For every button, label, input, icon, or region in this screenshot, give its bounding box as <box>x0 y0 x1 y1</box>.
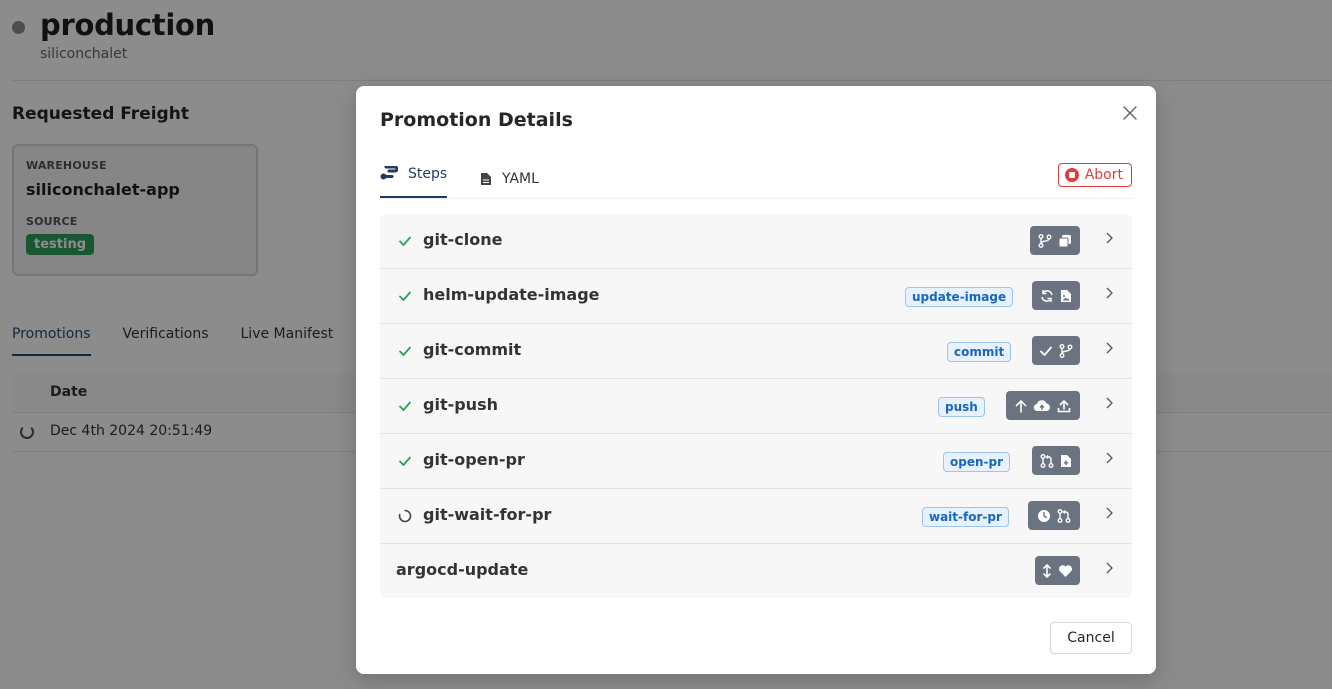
abort-button[interactable]: Abort <box>1057 163 1132 187</box>
step-name: git-clone <box>423 230 503 249</box>
chevron-right-icon[interactable] <box>1104 561 1116 575</box>
step-alias: update-image <box>905 287 1014 307</box>
step-row[interactable]: helm-update-image update-image <box>380 269 1132 324</box>
step-icons <box>1030 226 1080 255</box>
step-alias: commit <box>947 342 1012 362</box>
git-branch-icon <box>1038 233 1052 248</box>
heart-icon <box>1058 564 1073 578</box>
step-icons <box>1032 446 1080 475</box>
tab-yaml-label: YAML <box>502 171 539 187</box>
step-icons <box>1028 501 1080 530</box>
check-icon <box>398 234 412 248</box>
loading-icon <box>398 509 412 523</box>
step-row[interactable]: git-clone <box>380 214 1132 269</box>
clock-icon <box>1037 509 1051 523</box>
step-icons <box>1006 391 1080 420</box>
step-row[interactable]: git-open-pr open-pr <box>380 434 1132 489</box>
cancel-button[interactable]: Cancel <box>1050 622 1132 654</box>
steps-icon <box>380 166 398 180</box>
step-row[interactable]: git-commit commit <box>380 324 1132 379</box>
abort-label: Abort <box>1084 167 1123 183</box>
steps-list: git-clone helm-update-image update-image <box>380 214 1132 598</box>
chevron-right-icon[interactable] <box>1104 231 1116 245</box>
check-icon <box>1039 344 1053 358</box>
refresh-icon <box>1040 289 1054 303</box>
check-icon <box>398 399 412 413</box>
step-name: helm-update-image <box>423 285 600 304</box>
cloud-upload-icon <box>1033 399 1051 413</box>
tab-steps-label: Steps <box>408 166 448 182</box>
chevron-right-icon[interactable] <box>1104 286 1116 300</box>
step-name: git-wait-for-pr <box>423 505 552 524</box>
step-icons <box>1035 556 1080 585</box>
step-alias: push <box>938 397 985 417</box>
chevron-right-icon[interactable] <box>1104 506 1116 520</box>
step-row[interactable]: argocd-update <box>380 544 1132 598</box>
file-plus-icon <box>1060 454 1072 468</box>
arrow-up-icon <box>1015 399 1027 413</box>
step-icons <box>1032 336 1080 365</box>
pull-request-icon <box>1040 453 1054 468</box>
step-alias: open-pr <box>943 452 1011 472</box>
check-icon <box>398 289 412 303</box>
check-icon <box>398 344 412 358</box>
close-button[interactable] <box>1120 103 1140 123</box>
step-alias: wait-for-pr <box>922 507 1009 527</box>
tab-yaml[interactable]: YAML <box>480 166 539 192</box>
step-name: git-open-pr <box>423 450 525 469</box>
step-icons <box>1032 281 1080 310</box>
step-name: argocd-update <box>396 560 529 579</box>
file-icon <box>480 172 492 186</box>
stop-icon <box>1064 168 1079 182</box>
arrows-vertical-icon <box>1042 563 1052 578</box>
chevron-right-icon[interactable] <box>1104 451 1116 465</box>
file-image-icon <box>1060 289 1072 303</box>
pull-request-icon <box>1057 508 1071 523</box>
modal-tabs: Steps YAML Abort <box>380 160 1132 199</box>
step-row[interactable]: git-wait-for-pr wait-for-pr <box>380 489 1132 544</box>
chevron-right-icon[interactable] <box>1104 396 1116 410</box>
step-row[interactable]: git-push push <box>380 379 1132 434</box>
step-name: git-push <box>423 395 498 414</box>
step-name: git-commit <box>423 340 522 359</box>
close-icon <box>1123 106 1137 120</box>
git-branch-icon <box>1059 343 1073 358</box>
chevron-right-icon[interactable] <box>1104 341 1116 355</box>
modal-title: Promotion Details <box>380 109 573 131</box>
copy-icon <box>1058 234 1072 248</box>
tab-steps[interactable]: Steps <box>380 166 448 198</box>
promotion-details-modal: Promotion Details Steps YAML Abort git-c… <box>356 86 1156 674</box>
upload-icon <box>1057 399 1071 413</box>
check-icon <box>398 454 412 468</box>
